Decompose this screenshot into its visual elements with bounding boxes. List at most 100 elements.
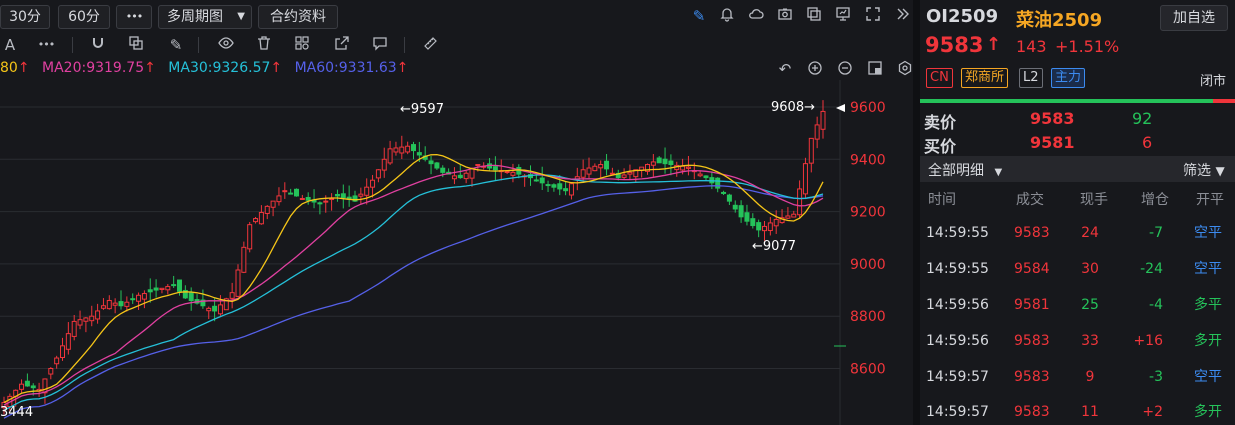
restore-icon[interactable] xyxy=(866,60,884,78)
price-change-pct: +1.51% xyxy=(1055,37,1120,56)
candle-body xyxy=(475,164,481,167)
pen-icon[interactable]: ✎ xyxy=(689,6,709,26)
candle-body xyxy=(19,383,25,390)
period-30-button[interactable]: 30分 xyxy=(0,5,50,29)
candle-body xyxy=(685,166,691,169)
candle-body xyxy=(317,202,323,205)
comment-icon[interactable] xyxy=(370,35,390,55)
ruler-icon[interactable] xyxy=(420,35,440,55)
tick-filter-bar: 全部明细 ▼ 筛选 ▼ xyxy=(920,156,1235,182)
filter-button[interactable]: 筛选 ▼ xyxy=(1183,160,1225,180)
tick-time: 14:59:55 xyxy=(926,225,989,241)
shapes-icon[interactable] xyxy=(292,35,312,55)
low2-annotation: 3444 xyxy=(0,405,33,420)
more-tools-button[interactable]: ••• xyxy=(36,35,56,55)
candle-body xyxy=(65,333,71,350)
period-60-button[interactable]: 60分 xyxy=(58,5,110,29)
cloud-icon[interactable] xyxy=(746,6,766,26)
tick-time: 14:59:56 xyxy=(926,297,989,313)
candle-body xyxy=(580,169,586,178)
pencil-icon[interactable]: ✎ xyxy=(166,35,186,55)
eye-icon[interactable] xyxy=(216,35,236,55)
candle-body xyxy=(797,188,803,216)
high-annotation: ←9597 xyxy=(400,102,444,117)
candle-body xyxy=(814,124,820,140)
monitor-icon[interactable] xyxy=(833,6,853,26)
candle-body xyxy=(791,213,797,218)
low-annotation: ←9077 xyxy=(752,239,796,254)
candle-body xyxy=(533,179,539,182)
candle-body xyxy=(235,269,241,297)
tick-table-header: 时间 成交 现手 增仓 开平 xyxy=(920,182,1235,218)
candle-body xyxy=(217,304,223,315)
chevron-down-icon: ▼ xyxy=(994,167,1003,178)
more-periods-button[interactable]: ••• xyxy=(116,5,152,29)
expand-icon[interactable] xyxy=(863,6,883,26)
tick-volume: 11 xyxy=(1081,404,1099,420)
candle-body xyxy=(451,175,457,180)
toolbar-divider xyxy=(404,37,405,53)
settings-icon[interactable] xyxy=(896,60,914,78)
tick-type: 空平 xyxy=(1194,369,1222,385)
bid-price: 9581 xyxy=(1030,133,1075,152)
candle-body xyxy=(124,301,130,307)
candle-body xyxy=(241,246,247,273)
chart-panel: 30分 60分 ••• 多周期图 ▼ 合约资料 ✎ A ••• ✎ 80↑ MA… xyxy=(0,0,913,425)
tick-volume: 33 xyxy=(1081,333,1099,349)
up-arrow-icon: ↑ xyxy=(396,60,409,76)
candle-body xyxy=(370,179,376,188)
magnet-icon[interactable] xyxy=(88,35,108,55)
copy-icon[interactable] xyxy=(804,6,824,26)
kline-chart[interactable]: 9600 9400 9200 9000 8800 8600 ←9597 9608→ ←9077 3… xyxy=(0,80,913,425)
undo-icon[interactable]: ↶ xyxy=(776,60,794,78)
candle-body xyxy=(130,298,136,301)
bell-icon[interactable] xyxy=(717,6,737,26)
candle-body xyxy=(463,172,469,180)
candle-body xyxy=(411,144,416,152)
add-watchlist-button[interactable]: 加自选 xyxy=(1160,5,1228,31)
up-arrow-icon: ↑ xyxy=(17,60,30,76)
tick-row: 14:59:57 9583 9 -3 空平 xyxy=(920,359,1235,395)
candle-body xyxy=(738,205,744,218)
candle-body xyxy=(440,167,446,173)
candle-body xyxy=(715,177,721,189)
contract-info-button[interactable]: 合约资料 xyxy=(258,5,338,29)
quote-panel: OI2509 菜油2509 加自选 9583 ↑ 143 +1.51% CN 郑… xyxy=(920,0,1235,425)
candle-body xyxy=(177,279,182,292)
y-tick-label: 9400 xyxy=(850,152,886,168)
candle-body xyxy=(270,200,276,208)
tick-oi-change: -3 xyxy=(1149,369,1163,385)
zoom-in-icon[interactable] xyxy=(806,60,824,78)
candle-body xyxy=(510,171,516,176)
tick-oi-change: +2 xyxy=(1142,404,1163,420)
candle-body xyxy=(165,286,171,291)
candle-body xyxy=(48,368,54,375)
contract-name: 菜油2509 xyxy=(1016,10,1103,31)
tick-price: 9583 xyxy=(1014,404,1050,420)
candle-body xyxy=(118,301,124,307)
candle-body xyxy=(621,174,627,178)
text-tool-icon[interactable]: A xyxy=(0,35,20,55)
candle-body xyxy=(457,174,463,179)
candle-body xyxy=(802,163,808,195)
y-tick-label: 9000 xyxy=(850,257,886,273)
tick-volume: 24 xyxy=(1081,225,1099,241)
candle-body xyxy=(492,166,498,171)
market-status: 闭市 xyxy=(1200,74,1227,89)
layers-icon[interactable] xyxy=(126,35,146,55)
collapse-icon[interactable] xyxy=(892,6,912,26)
candle-body xyxy=(323,200,329,203)
camera-icon[interactable] xyxy=(775,6,795,26)
multi-period-button[interactable]: 多周期图 ▼ xyxy=(158,5,252,29)
candle-body xyxy=(551,184,557,188)
candle-body xyxy=(469,168,475,179)
tick-volume: 30 xyxy=(1081,261,1099,277)
export-icon[interactable] xyxy=(332,35,352,55)
zoom-out-icon[interactable] xyxy=(836,60,854,78)
all-ticks-dropdown[interactable]: 全部明细 ▼ xyxy=(928,160,1002,180)
candle-body xyxy=(750,218,756,227)
trash-icon[interactable] xyxy=(254,35,274,55)
chevron-down-icon: ▼ xyxy=(237,11,245,22)
ask-price: 9583 xyxy=(1030,109,1075,128)
candle-body xyxy=(229,292,235,299)
